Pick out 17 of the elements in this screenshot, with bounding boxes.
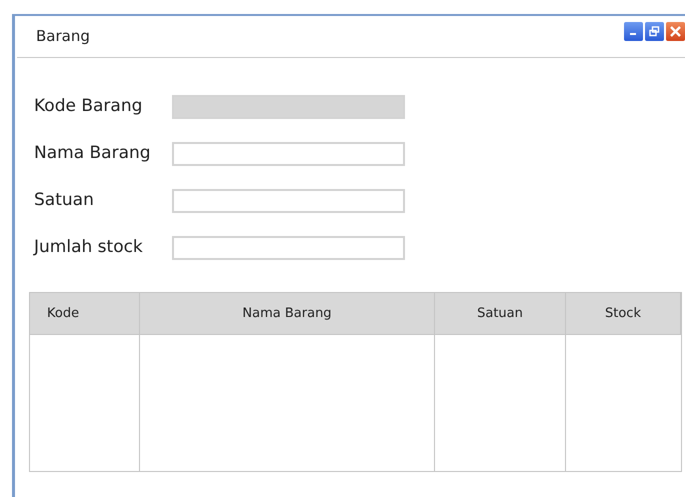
input-field[interactable] (172, 236, 405, 260)
restore-icon (649, 26, 660, 37)
column-header: Kode (30, 293, 140, 335)
close-icon (670, 26, 681, 37)
field-label: Kode Barang (34, 95, 144, 118)
column-header: Nama Barang (140, 293, 435, 335)
column-header: Satuan (435, 293, 566, 335)
input-field[interactable] (172, 189, 405, 213)
field-label: Nama Barang (34, 142, 152, 166)
field-label: Satuan (34, 189, 95, 212)
field-label: Jumlah stock (34, 236, 144, 260)
column-header: Stock (566, 293, 681, 335)
close-button[interactable] (666, 22, 685, 41)
restore-button[interactable] (645, 22, 664, 41)
window-title: Barang (36, 26, 90, 48)
minimize-button[interactable] (624, 22, 643, 41)
input-field[interactable] (172, 142, 405, 166)
